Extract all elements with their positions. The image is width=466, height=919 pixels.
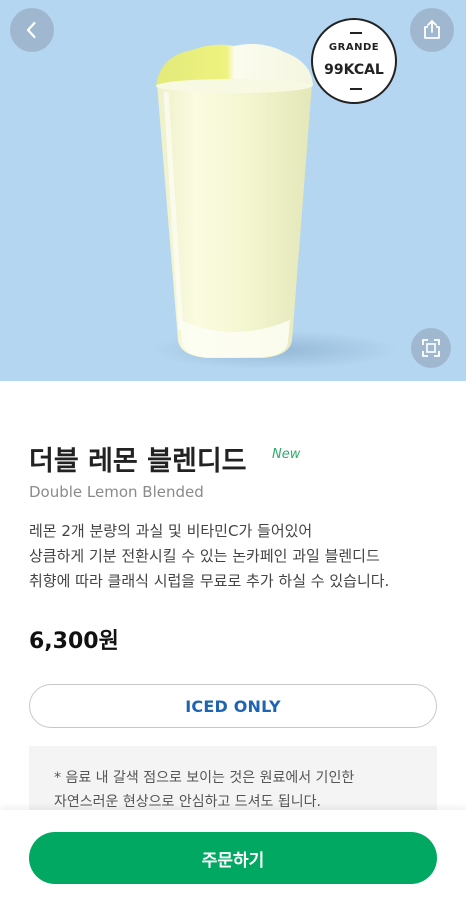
zoom-image-button[interactable]	[411, 328, 451, 368]
share-button[interactable]	[410, 8, 454, 52]
product-name: 더블 레몬 블렌디드	[29, 446, 247, 477]
temperature-option: ICED ONLY	[29, 684, 437, 728]
bottom-action-bar: 주문하기	[0, 810, 466, 919]
product-hero-image: GRANDE 99KCAL	[0, 0, 466, 381]
share-icon	[424, 20, 440, 39]
back-button[interactable]	[10, 8, 54, 52]
badge-divider-top	[350, 32, 362, 34]
product-price: 6,300원	[29, 629, 119, 654]
badge-divider-bottom	[350, 88, 362, 90]
order-button[interactable]: 주문하기	[29, 832, 437, 884]
product-title-row: 더블 레몬 블렌디드 New	[29, 439, 300, 478]
new-badge: New	[272, 447, 301, 462]
calorie-value: 99KCAL	[324, 62, 384, 78]
chevron-left-icon	[26, 21, 36, 39]
calorie-size-label: GRANDE	[328, 42, 380, 53]
calorie-badge: GRANDE 99KCAL	[311, 18, 397, 104]
description-line: 레몬 2개 분량의 과실 및 비타민C가 들어있어	[29, 522, 313, 540]
notice-line: * 음료 내 갈색 점으로 보이는 것은 원료에서 기인한	[54, 770, 355, 786]
description-line: 취향에 따라 클래식 시럽을 무료로 추가 하실 수 있습니다.	[29, 572, 390, 590]
product-english-name: Double Lemon Blended	[29, 483, 204, 501]
description-line: 상큼하게 기분 전환시킬 수 있는 논카페인 과일 블렌디드	[29, 547, 380, 565]
expand-icon	[422, 339, 440, 357]
